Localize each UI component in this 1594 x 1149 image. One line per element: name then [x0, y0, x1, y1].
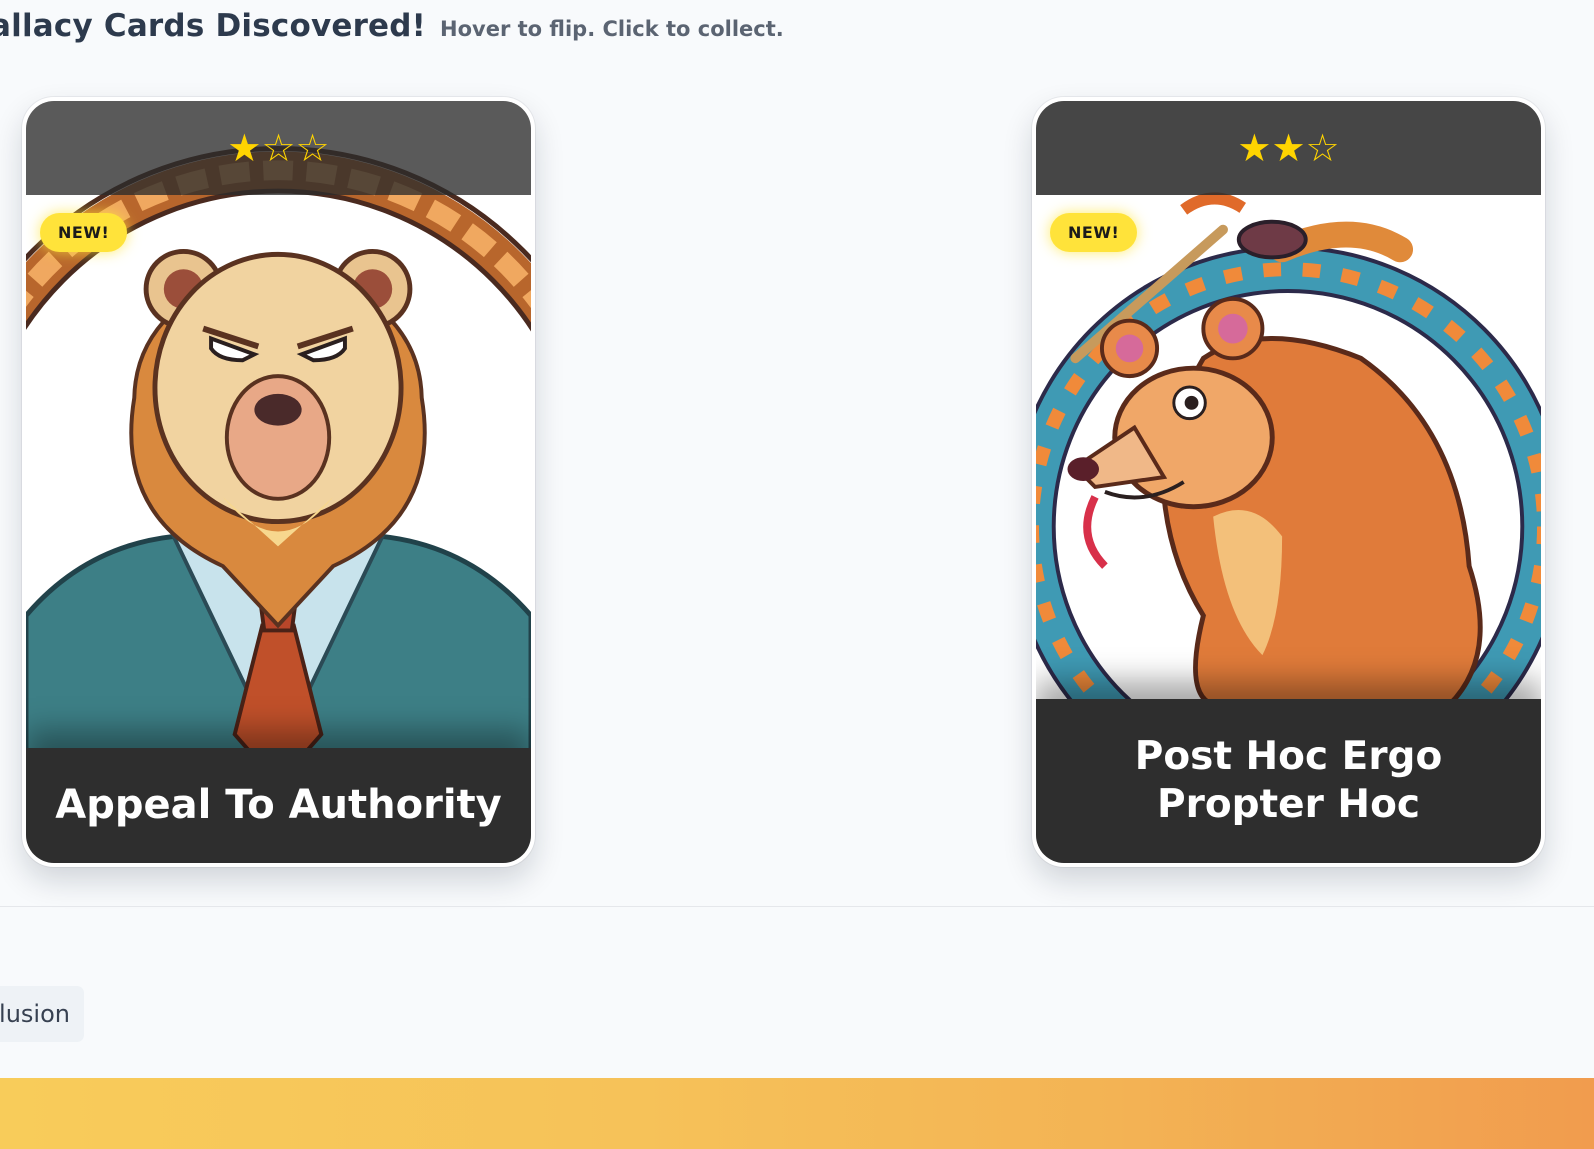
page-subtitle: Hover to flip. Click to collect.	[440, 17, 784, 41]
star-filled-icon: ★★	[1237, 126, 1306, 170]
card-title: Post Hoc Ergo Propter Hoc	[1036, 699, 1541, 863]
page: allacy Cards Discovered! Hover to flip. …	[0, 0, 1594, 1149]
card-title: Appeal To Authority	[26, 748, 531, 863]
rating-stars: ★★☆	[1036, 129, 1541, 167]
fallacy-card-appeal-to-authority[interactable]: ★☆☆ NEW! Appeal To Authority	[22, 97, 535, 867]
tag-chip[interactable]: lusion	[0, 986, 84, 1042]
new-badge: NEW!	[1050, 213, 1138, 252]
fallacy-card-post-hoc[interactable]: ★★☆ NEW! Post Hoc Ergo Propter Hoc	[1032, 97, 1545, 867]
star-filled-icon: ★	[227, 126, 262, 170]
new-badge: NEW!	[40, 213, 128, 252]
star-empty-icon: ☆	[1305, 126, 1340, 170]
star-empty-icon: ☆☆	[261, 126, 330, 170]
page-header: allacy Cards Discovered! Hover to flip. …	[0, 8, 784, 44]
page-title: allacy Cards Discovered!	[0, 8, 427, 44]
bottom-banner	[0, 1078, 1594, 1149]
rating-stars: ★☆☆	[26, 129, 531, 167]
section-divider	[0, 906, 1594, 907]
card-rating-bar: ★☆☆	[26, 101, 531, 195]
card-rating-bar: ★★☆	[1036, 101, 1541, 195]
